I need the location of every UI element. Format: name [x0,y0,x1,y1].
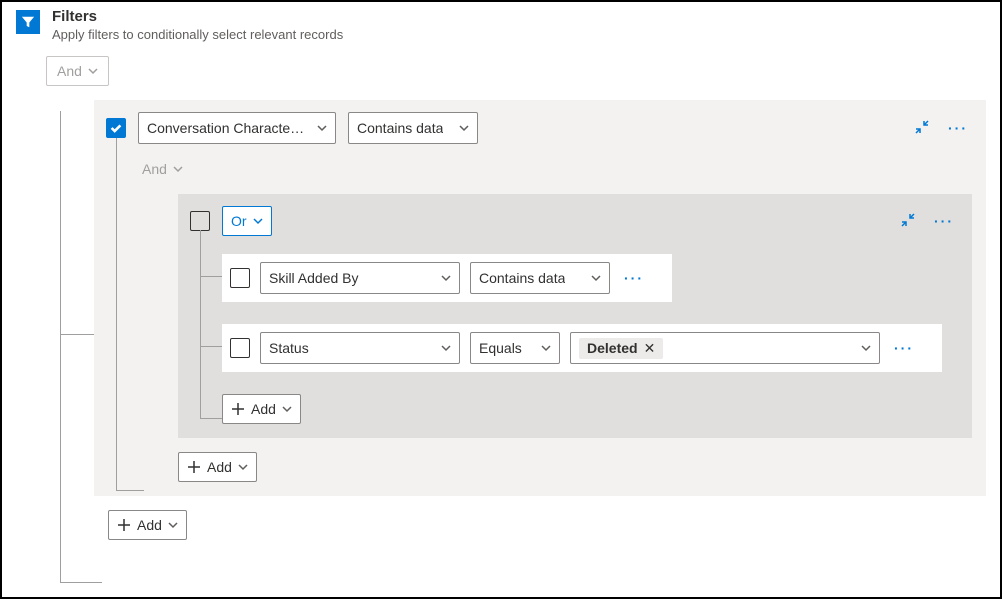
chevron-down-icon [282,404,292,414]
more-icon[interactable]: ··· [930,213,958,229]
value-dropdown[interactable]: Deleted ✕ [570,332,880,364]
page-subtitle: Apply filters to conditionally select re… [52,27,343,42]
root-group-operator[interactable]: And [46,56,109,86]
chevron-down-icon [168,520,178,530]
chevron-down-icon [459,123,469,133]
value-tag[interactable]: Deleted ✕ [579,338,663,359]
add-condition-button[interactable]: Add [178,452,257,482]
plus-icon [117,518,131,532]
more-icon[interactable]: ··· [944,120,972,136]
chevron-down-icon [861,343,871,353]
operator-dropdown[interactable]: Contains data [348,112,478,144]
field-dropdown[interactable]: Skill Added By [260,262,460,294]
chevron-down-icon [541,343,551,353]
plus-icon [187,460,201,474]
collapse-icon[interactable] [914,119,930,138]
more-icon[interactable]: ··· [890,340,918,356]
chevron-down-icon [591,273,601,283]
chevron-down-icon [88,66,98,76]
filter-icon [16,10,40,34]
chevron-down-icon [173,164,183,174]
level1-group-operator[interactable]: And [142,154,193,184]
row-checkbox[interactable] [106,118,126,138]
condition-row: Status Equals Deleted ✕ [222,324,942,372]
chevron-down-icon [238,462,248,472]
add-condition-button[interactable]: Add [222,394,301,424]
entity-dropdown[interactable]: Conversation Characte… [138,112,336,144]
chevron-down-icon [253,216,263,226]
collapse-icon[interactable] [900,212,916,231]
chevron-down-icon [317,123,327,133]
page-title: Filters [52,8,343,25]
more-icon[interactable]: ··· [620,270,648,286]
plus-icon [231,402,245,416]
operator-dropdown[interactable]: Contains data [470,262,610,294]
condition-row: Skill Added By Contains data ··· [222,254,672,302]
remove-tag-icon[interactable]: ✕ [644,340,656,357]
operator-dropdown[interactable]: Equals [470,332,560,364]
field-dropdown[interactable]: Status [260,332,460,364]
add-condition-button[interactable]: Add [108,510,187,540]
chevron-down-icon [441,343,451,353]
row-checkbox[interactable] [230,268,250,288]
chevron-down-icon [441,273,451,283]
row-checkbox[interactable] [230,338,250,358]
level2-group-operator[interactable]: Or [222,206,272,236]
row-checkbox[interactable] [190,211,210,231]
